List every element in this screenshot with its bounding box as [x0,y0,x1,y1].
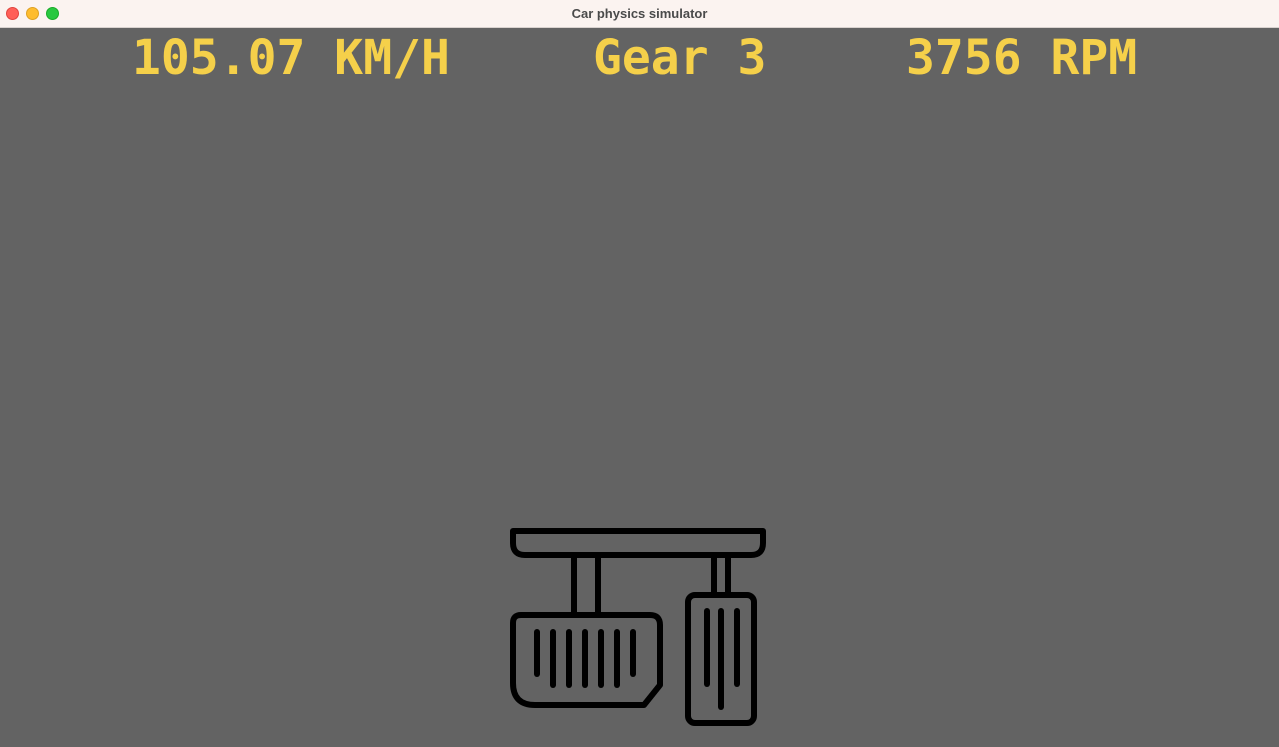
title-bar: Car physics simulator [0,0,1279,28]
pedals-icon [510,528,766,726]
window-title: Car physics simulator [571,6,708,21]
rpm-readout: 3756 RPM [906,30,1138,86]
game-window: Car physics simulator 105.07 KM/H Gear 3… [0,0,1279,747]
gear-readout: Gear 3 [593,30,767,86]
speed-readout: 105.07 KM/H [132,30,450,86]
